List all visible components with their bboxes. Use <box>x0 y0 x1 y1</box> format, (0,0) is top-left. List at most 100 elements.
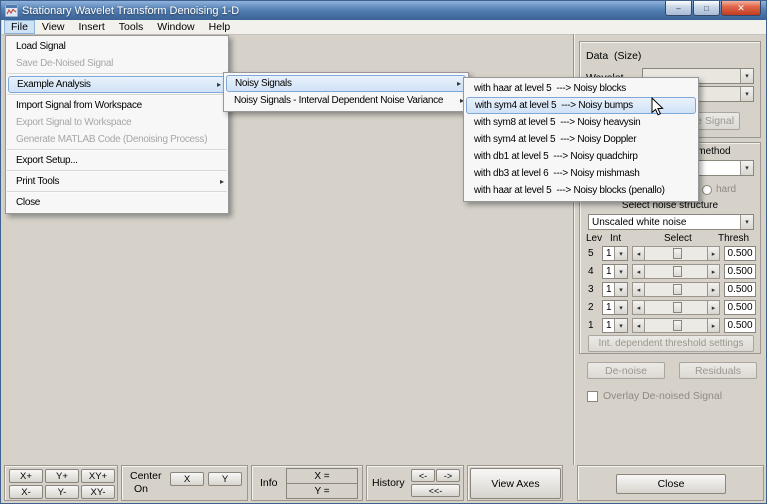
threshold-slider[interactable]: ◂ ▸ <box>632 246 720 261</box>
threshold-slider[interactable]: ◂ ▸ <box>632 282 720 297</box>
overlay-denoised-checkbox[interactable] <box>587 391 598 402</box>
minimize-button[interactable]: – <box>665 1 692 16</box>
center-x-button[interactable]: X <box>170 472 204 486</box>
slider-track[interactable] <box>645 301 707 314</box>
combo-arrow-icon: ▾ <box>614 319 627 332</box>
zoom-button[interactable]: Y- <box>45 485 79 499</box>
hard-radio[interactable] <box>702 185 712 195</box>
interval-combo[interactable]: 1 ▾ <box>602 246 628 261</box>
zoom-button[interactable]: X+ <box>9 469 43 483</box>
slider-thumb[interactable] <box>672 320 682 331</box>
menubar-item-file[interactable]: File <box>4 20 35 34</box>
close-group: Close <box>577 465 764 501</box>
interval-combo[interactable]: 1 ▾ <box>602 318 628 333</box>
slider-left-arrow-icon[interactable]: ◂ <box>633 301 645 314</box>
maximize-button[interactable]: □ <box>693 1 720 16</box>
combo-arrow-icon: ▾ <box>614 247 627 260</box>
menu-item[interactable]: with haar at level 5 ---> Noisy blocks (… <box>464 182 698 199</box>
zoom-button[interactable]: Y+ <box>45 469 79 483</box>
interval-combo[interactable]: 1 ▾ <box>602 300 628 315</box>
menubar-item-window[interactable]: Window <box>150 20 201 34</box>
threshold-slider[interactable]: ◂ ▸ <box>632 318 720 333</box>
menu-item[interactable]: Load Signal <box>6 38 228 55</box>
center-label: Center <box>130 470 162 482</box>
zoom-button[interactable]: X- <box>9 485 43 499</box>
zoom-button[interactable]: XY- <box>81 485 115 499</box>
menu-item[interactable]: Export Setup... <box>6 152 228 169</box>
info-group: Info X = Y = <box>251 465 363 501</box>
menu-item[interactable]: Print Tools ▸ <box>6 173 228 190</box>
menu-item[interactable]: with sym4 at level 5 ---> Noisy Doppler <box>464 131 698 148</box>
file-menu: Load Signal Save De-Noised Signal Example … <box>5 35 229 214</box>
combo-value: 1 <box>606 266 612 277</box>
slider-left-arrow-icon[interactable]: ◂ <box>633 265 645 278</box>
slider-thumb[interactable] <box>672 248 682 259</box>
combo-value: 1 <box>606 248 612 259</box>
menu-item[interactable]: Noisy Signals - Interval Dependent Noise… <box>224 92 468 109</box>
threshold-value-field[interactable]: 0.500 <box>724 282 756 297</box>
slider-track[interactable] <box>645 265 707 278</box>
threshold-value-field[interactable]: 0.500 <box>724 300 756 315</box>
menu-item[interactable]: Close <box>6 194 228 211</box>
menubar-item-tools[interactable]: Tools <box>112 20 151 34</box>
zoom-button[interactable]: XY+ <box>81 469 115 483</box>
menu-item[interactable]: Import Signal from Workspace <box>6 97 228 114</box>
slider-track[interactable] <box>645 319 707 332</box>
slider-left-arrow-icon[interactable]: ◂ <box>633 283 645 296</box>
slider-thumb[interactable] <box>672 284 682 295</box>
history-back-button[interactable]: <- <box>411 469 435 482</box>
menu-item[interactable]: with db1 at level 5 ---> Noisy quadchirp <box>464 148 698 165</box>
column-header-select: Select <box>664 233 692 244</box>
slider-left-arrow-icon[interactable]: ◂ <box>633 319 645 332</box>
close-button[interactable]: Close <box>616 474 726 494</box>
slider-left-arrow-icon[interactable]: ◂ <box>633 247 645 260</box>
combo-value: 1 <box>606 302 612 313</box>
view-axes-group: View Axes <box>467 465 563 501</box>
menu-item[interactable]: Example Analysis ▸ <box>8 76 226 93</box>
slider-right-arrow-icon[interactable]: ▸ <box>707 265 719 278</box>
menu-item-label: with db1 at level 5 ---> Noisy quadchirp <box>474 151 638 162</box>
info-y-field: Y = <box>286 483 358 499</box>
history-all-back-button[interactable]: <<- <box>411 484 460 497</box>
menubar-item-view[interactable]: View <box>35 20 72 34</box>
threshold-value-field[interactable]: 0.500 <box>724 246 756 261</box>
slider-thumb[interactable] <box>672 266 682 277</box>
interval-combo[interactable]: 1 ▾ <box>602 264 628 279</box>
example-analysis-submenu: Noisy Signals ▸ Noisy Signals - Interval D… <box>223 72 469 112</box>
noisy-signals-submenu: with haar at level 5 ---> Noisy blocks wi… <box>463 77 699 202</box>
menu-item[interactable]: with haar at level 5 ---> Noisy blocks <box>464 80 698 97</box>
menu-item-label: Save De-Noised Signal <box>16 58 114 69</box>
slider-track[interactable] <box>645 283 707 296</box>
interval-combo[interactable]: 1 ▾ <box>602 282 628 297</box>
close-window-button[interactable]: ✕ <box>721 1 761 16</box>
slider-right-arrow-icon[interactable]: ▸ <box>707 283 719 296</box>
threshold-slider[interactable]: ◂ ▸ <box>632 264 720 279</box>
slider-right-arrow-icon[interactable]: ▸ <box>707 247 719 260</box>
menu-item[interactable]: Noisy Signals ▸ <box>226 75 466 92</box>
menubar-item-help[interactable]: Help <box>202 20 238 34</box>
menu-item-label: with sym4 at level 5 ---> Noisy Doppler <box>474 134 637 145</box>
submenu-arrow-icon: ▸ <box>216 80 221 89</box>
column-header-lev: Lev <box>586 233 603 244</box>
combo-arrow-icon: ▾ <box>740 161 753 175</box>
menubar-item-insert[interactable]: Insert <box>72 20 112 34</box>
threshold-row: 3 1 ▾ ◂ ▸ 0.500 <box>580 282 760 298</box>
level-label: 1 <box>588 320 594 331</box>
history-group: History <- -> <<- <box>366 465 464 501</box>
threshold-value-field[interactable]: 0.500 <box>724 264 756 279</box>
view-axes-button[interactable]: View Axes <box>470 468 561 499</box>
history-forward-button[interactable]: -> <box>436 469 460 482</box>
noise-structure-combo[interactable]: Unscaled white noise ▾ <box>588 214 754 230</box>
menu-item[interactable]: with db3 at level 6 ---> Noisy mishmash <box>464 165 698 182</box>
slider-track[interactable] <box>645 247 707 260</box>
mouse-cursor-icon <box>651 97 664 116</box>
slider-right-arrow-icon[interactable]: ▸ <box>707 301 719 314</box>
info-x-field: X = <box>286 468 358 484</box>
threshold-slider[interactable]: ◂ ▸ <box>632 300 720 315</box>
slider-right-arrow-icon[interactable]: ▸ <box>707 319 719 332</box>
threshold-value-field[interactable]: 0.500 <box>724 318 756 333</box>
center-y-button[interactable]: Y <box>208 472 242 486</box>
residuals-button: Residuals <box>679 362 757 379</box>
menu-item-label: with haar at level 5 ---> Noisy blocks (… <box>474 185 665 196</box>
slider-thumb[interactable] <box>672 302 682 313</box>
